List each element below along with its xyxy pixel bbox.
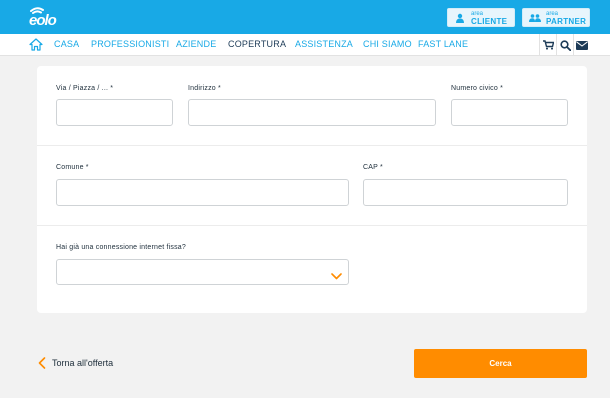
comune-label: Comune * [56, 164, 89, 171]
via-label: Via / Piazza / ... * [56, 85, 114, 92]
users-icon [529, 12, 541, 24]
area-partner-button[interactable]: area PARTNER [522, 8, 590, 27]
nav-item-professionisti[interactable]: PROFESSIONISTI [91, 39, 169, 49]
via-input[interactable] [56, 99, 173, 126]
chevron-down-icon [331, 268, 342, 280]
nav-item-assistenza[interactable]: ASSISTENZA [295, 39, 353, 49]
svg-text:eolo: eolo [29, 12, 57, 27]
mail-icon[interactable] [573, 34, 590, 56]
indirizzo-label: Indirizzo * [188, 85, 221, 92]
connessione-select[interactable] [56, 259, 349, 285]
comune-input[interactable] [56, 179, 349, 206]
section-divider [37, 225, 587, 226]
nav-item-copertura[interactable]: COPERTURA [228, 39, 286, 49]
cap-input[interactable] [363, 179, 568, 206]
main-nav: CASA PROFESSIONISTI AZIENDE COPERTURA AS… [0, 34, 610, 56]
chevron-left-icon [38, 357, 46, 369]
user-icon [454, 12, 466, 24]
back-to-offer-link[interactable]: Torna all'offerta [38, 356, 113, 370]
back-to-offer-label: Torna all'offerta [52, 358, 114, 368]
cerca-button[interactable]: Cerca [414, 349, 587, 378]
indirizzo-input[interactable] [188, 99, 436, 126]
area-cliente-button[interactable]: area CLIENTE [447, 8, 515, 27]
nav-item-casa[interactable]: CASA [54, 39, 79, 49]
area-partner-label: PARTNER [546, 16, 587, 26]
nav-item-fast-lane[interactable]: FAST LANE [418, 39, 468, 49]
numero-civico-input[interactable] [451, 99, 568, 126]
address-form-card: Via / Piazza / ... * Indirizzo * Numero … [37, 66, 587, 313]
cart-icon[interactable] [539, 34, 556, 56]
search-icon[interactable] [556, 34, 573, 56]
section-divider [37, 145, 587, 146]
connessione-label: Hai già una connessione internet fissa? [56, 244, 186, 251]
top-bar: eolo area CLIENTE area PARTNER [0, 0, 610, 34]
nav-item-aziende[interactable]: AZIENDE [176, 39, 216, 49]
eolo-logo[interactable]: eolo [28, 5, 66, 27]
cap-label: CAP * [363, 164, 383, 171]
home-icon[interactable] [29, 38, 43, 51]
nav-item-chi-siamo[interactable]: CHI SIAMO [363, 39, 412, 49]
area-cliente-label: CLIENTE [471, 16, 508, 26]
numero-civico-label: Numero civico * [451, 85, 504, 92]
